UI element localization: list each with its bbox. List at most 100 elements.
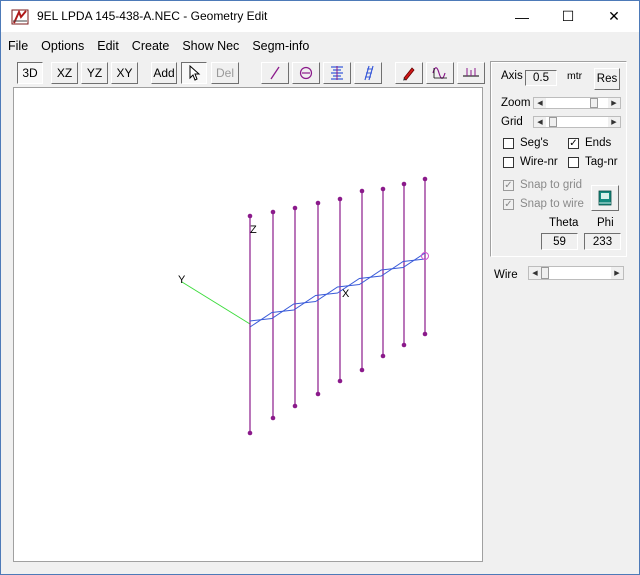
z-axis-label: Z [250,224,257,236]
wire-end-marker [247,430,253,436]
zoom-thumb[interactable] [590,98,599,108]
antenna-drawing [181,176,429,436]
ladder-icon [364,65,374,81]
x-axis-label: X [342,288,350,300]
wire-end-marker [401,181,407,187]
axis-unit: mtr [567,70,583,82]
grid-thumb[interactable] [548,117,557,127]
menu-create[interactable]: Create [125,37,176,57]
wire-end-marker [422,176,428,182]
wire-end-marker [270,209,276,215]
grid-label: Grid [501,116,523,128]
wire-end-marker [292,403,298,409]
ends-checkbox[interactable]: ✓ Ends [568,137,611,149]
del-button[interactable]: Del [211,62,239,84]
draw-helix-button[interactable] [323,62,351,84]
geometry-edit-window: 9EL LPDA 145-438-A.NEC - Geometry Edit —… [0,0,640,575]
wire-end-marker [247,213,253,219]
wirenr-check-icon [503,156,514,168]
theta-value: 59 [541,233,578,250]
phi-label: Phi [597,217,614,229]
wire-end-marker [337,196,343,202]
axis-label: Axis [501,70,523,82]
wire-end-marker [380,353,386,359]
y-axis-line [181,281,251,325]
wire-end-marker [315,200,321,206]
wire-end-marker [359,367,365,373]
pointer-icon [189,65,201,81]
snap-grid-checkbox[interactable]: ✓ Snap to grid [503,179,582,191]
add-button[interactable]: Add [151,62,177,84]
wire-end-marker [359,188,365,194]
grid-right-arrow[interactable]: ▶ [608,117,620,127]
view-yz-button[interactable]: YZ [81,62,108,84]
wire-end-marker [422,331,428,337]
edit-pencil-button[interactable] [395,62,423,84]
ends-check-icon: ✓ [568,137,579,149]
view-3d-button[interactable]: 3D [17,62,43,84]
segs-check-icon [503,137,514,149]
boom-feed-line-a [249,252,426,322]
view-xz-button[interactable]: XZ [51,62,78,84]
zoom-slider[interactable]: ◀ ▶ [533,97,621,109]
title-bar[interactable]: 9EL LPDA 145-438-A.NEC - Geometry Edit —… [1,1,639,32]
wire-left-arrow[interactable]: ◀ [529,267,541,279]
loop-icon [299,66,313,80]
maximize-button[interactable]: ☐ [545,1,591,32]
menu-bar: File Options Edit Create Show Nec Segm-i… [1,37,315,57]
wire-right-arrow[interactable]: ▶ [611,267,623,279]
pencil-icon [403,67,415,81]
res-button[interactable]: Res [594,68,620,90]
draw-ladder-button[interactable] [354,62,382,84]
wire-end-marker [380,186,386,192]
wire-end-marker [292,205,298,211]
phi-value: 233 [584,233,621,250]
close-icon: ✕ [608,8,620,24]
wire-end-marker [401,342,407,348]
snap-grid-check-icon: ✓ [503,179,514,191]
tagnr-checkbox[interactable]: Tag-nr [568,156,618,168]
wire-slider[interactable]: ◀ ▶ [528,266,624,280]
helix-icon [331,66,343,80]
draw-loop-button[interactable] [292,62,320,84]
menu-file[interactable]: File [1,37,34,57]
tagnr-check-icon [568,156,579,168]
geometry-canvas[interactable]: Z Y X [13,87,483,562]
minimize-icon: — [515,8,529,25]
snap-wire-checkbox[interactable]: ✓ Snap to wire [503,198,584,210]
grid-left-arrow[interactable]: ◀ [534,117,546,127]
source-button[interactable] [426,62,454,84]
select-pointer-button[interactable] [181,62,207,84]
menu-edit[interactable]: Edit [90,37,125,57]
segs-checkbox[interactable]: Seg's [503,137,548,149]
menu-segm-info[interactable]: Segm-info [245,37,315,57]
menu-options[interactable]: Options [34,37,90,57]
theta-label: Theta [549,217,579,229]
minimize-button[interactable]: — [499,1,545,32]
zoom-left-arrow[interactable]: ◀ [534,98,546,108]
wire-thumb[interactable] [541,267,549,279]
boom-feed-line-b [249,258,426,328]
wire-end-marker [337,378,343,384]
zoom-right-arrow[interactable]: ▶ [608,98,620,108]
y-axis-label: Y [178,274,186,286]
book-button[interactable] [591,185,619,211]
ground-icon [463,68,479,77]
wirenr-checkbox[interactable]: Wire-nr [503,156,558,168]
wire-end-marker [270,415,276,421]
close-button[interactable]: ✕ [591,1,637,32]
snap-wire-check-icon: ✓ [503,198,514,210]
book-icon [598,190,612,206]
line-icon [270,66,280,80]
app-icon [11,9,29,25]
view-xy-button[interactable]: XY [111,62,138,84]
sine-source-icon [432,67,447,79]
draw-wire-button[interactable] [261,62,289,84]
wire-end-marker [315,391,321,397]
maximize-icon: ☐ [561,8,575,24]
ground-button[interactable] [457,62,485,84]
grid-slider[interactable]: ◀ ▶ [533,116,621,128]
menu-show-nec[interactable]: Show Nec [175,37,245,57]
wire-label: Wire [494,269,518,281]
view-control-panel: Axis 0.5 mtr Res Zoom ◀ ▶ Grid ◀ ▶ Seg's… [490,61,627,257]
